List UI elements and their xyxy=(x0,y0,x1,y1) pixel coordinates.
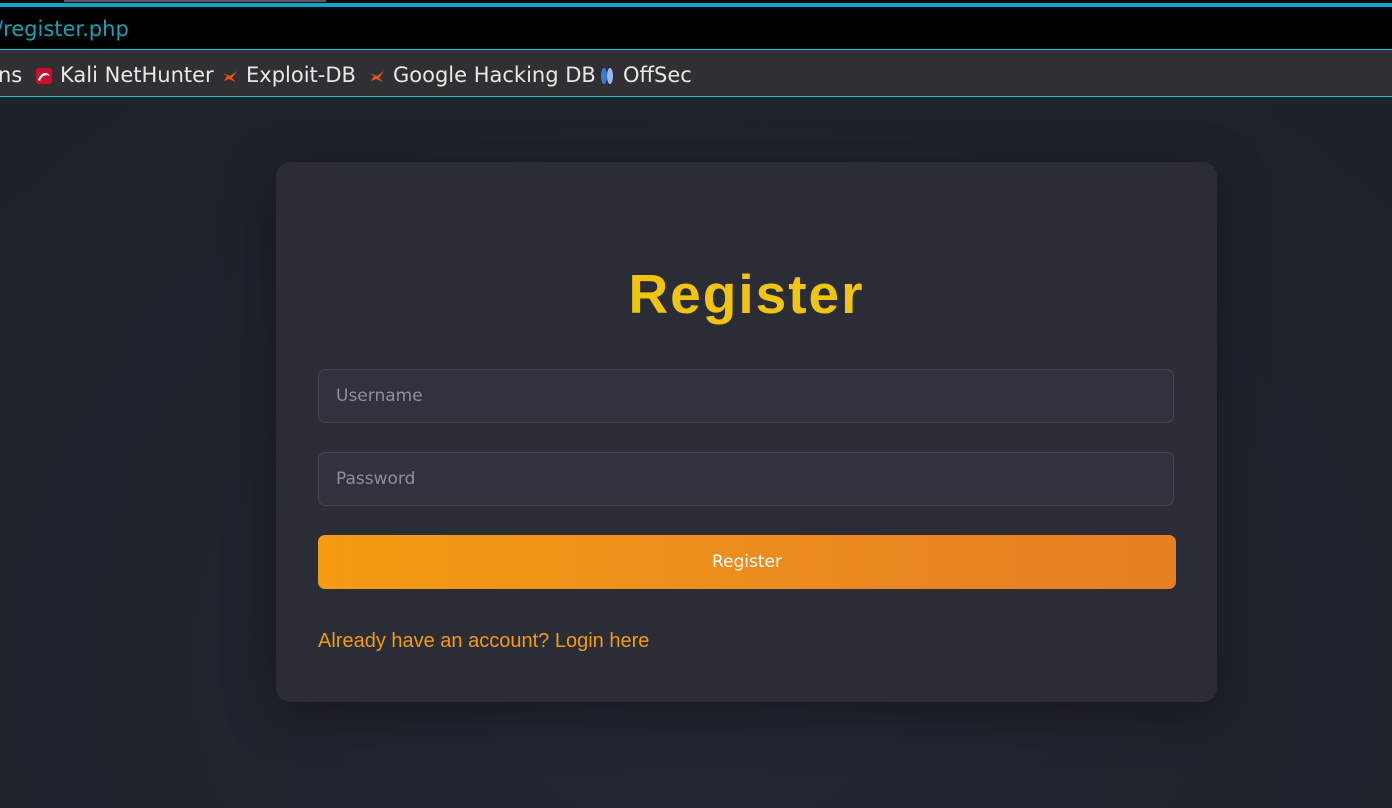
page-title: Register xyxy=(628,263,865,325)
offsec-icon xyxy=(598,66,616,84)
register-button[interactable]: Register xyxy=(318,535,1176,589)
bookmark-item[interactable]: ns xyxy=(0,63,22,87)
password-input[interactable] xyxy=(318,452,1174,506)
bookmarks-bar: ns Kali NetHunter Exploit-DB Google Hack… xyxy=(0,50,1392,97)
register-card: Register Register Already have an accoun… xyxy=(276,162,1217,702)
login-link[interactable]: Already have an account? Login here xyxy=(318,630,649,653)
url-text[interactable]: /register.php xyxy=(0,17,129,41)
bookmark-exploit-db[interactable]: Exploit-DB xyxy=(221,63,356,87)
bookmark-label: ns xyxy=(0,63,23,87)
active-tab-indicator[interactable] xyxy=(64,0,326,2)
bookmark-label: Kali NetHunter xyxy=(60,63,214,87)
exploit-db-icon xyxy=(368,66,386,84)
address-bar[interactable]: /register.php xyxy=(0,10,1392,50)
tab-strip xyxy=(0,0,1392,10)
bookmark-label: OffSec xyxy=(623,63,692,87)
kali-nethunter-icon xyxy=(35,66,53,84)
page-content: Register Register Already have an accoun… xyxy=(0,97,1392,808)
username-input[interactable] xyxy=(318,369,1174,423)
exploit-db-icon xyxy=(221,66,239,84)
bookmark-offsec[interactable]: OffSec xyxy=(598,63,692,87)
bookmark-label: Google Hacking DB xyxy=(393,63,596,87)
bookmark-label: Exploit-DB xyxy=(246,63,356,87)
accent-line xyxy=(0,3,1392,7)
bookmark-google-hacking-db[interactable]: Google Hacking DB xyxy=(368,63,596,87)
bookmark-kali-nethunter[interactable]: Kali NetHunter xyxy=(35,63,214,87)
